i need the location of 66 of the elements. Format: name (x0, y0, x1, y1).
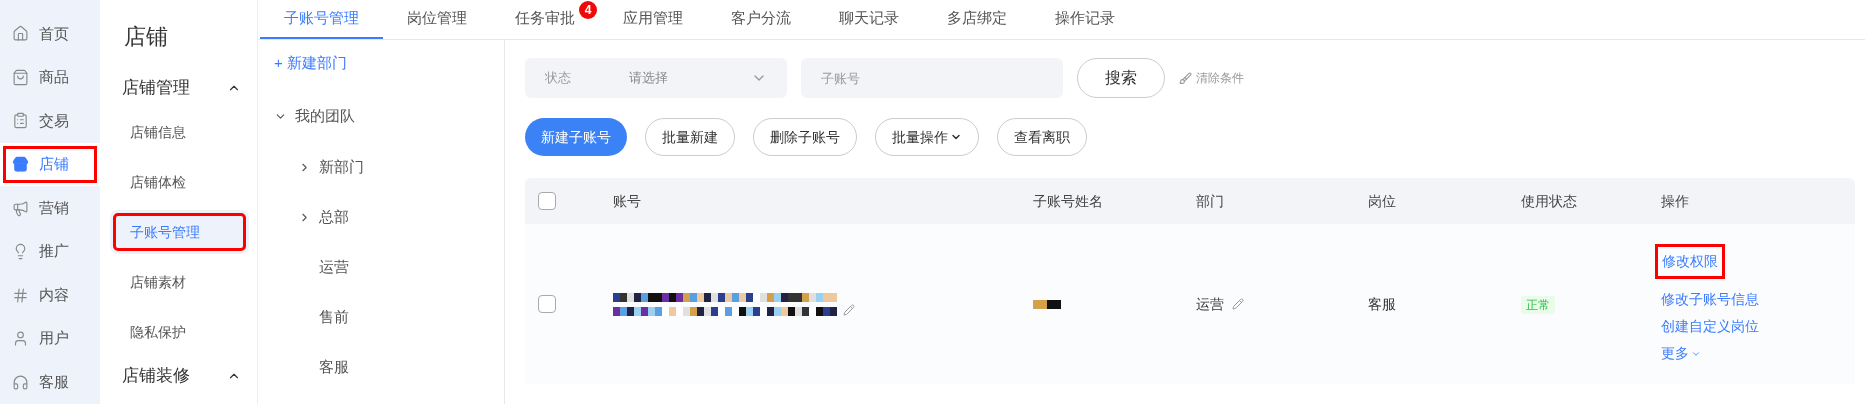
column-header: 岗位 (1368, 191, 1397, 211)
redacted-name-drawing (1033, 299, 1061, 309)
tree-node[interactable]: 我的团队 (274, 90, 504, 142)
tree-node[interactable]: 运营 (274, 242, 504, 292)
nav-item[interactable]: 营销 (0, 186, 100, 230)
column-header: 账号 (613, 191, 642, 211)
tab[interactable]: 岗位管理 (383, 0, 491, 39)
tab[interactable]: 客户分流 (707, 0, 815, 39)
column-header: 使用状态 (1521, 191, 1578, 211)
hash-icon (12, 286, 29, 304)
action-button[interactable]: 查看离职 (997, 118, 1087, 156)
row-checkbox[interactable] (538, 295, 556, 313)
tab[interactable]: 聊天记录 (815, 0, 923, 39)
nav-item[interactable]: 客服 (0, 360, 100, 404)
operation-link[interactable]: 创建自定义岗位 (1661, 316, 1759, 337)
tab[interactable]: 操作记录 (1031, 0, 1139, 39)
nav-item[interactable]: 商品 (0, 55, 100, 100)
headset-icon (12, 373, 29, 391)
clipboard-icon (12, 112, 29, 130)
department-text: 运营 (1196, 294, 1224, 314)
sub-nav-item[interactable]: 店铺素材 (110, 260, 249, 304)
status-tag: 正常 (1521, 295, 1555, 314)
nav-item[interactable]: 首页 (0, 12, 100, 56)
nav-item[interactable]: 推广 (0, 229, 100, 274)
column-header: 子账号姓名 (1033, 191, 1104, 211)
tab[interactable]: 多店绑定 (923, 0, 1031, 39)
nav-item[interactable]: 内容 (0, 273, 100, 317)
operation-link[interactable]: 修改权限 (1662, 251, 1718, 272)
group-header[interactable]: 店铺装修 (110, 357, 249, 395)
nav-item[interactable]: 店铺 (0, 142, 100, 187)
tab[interactable]: 子账号管理 (260, 0, 383, 39)
edit-icon (1232, 298, 1244, 310)
count-badge: 4 (579, 1, 597, 19)
nav-item[interactable]: 交易 (0, 99, 100, 143)
column-header: 部门 (1196, 191, 1225, 211)
tab[interactable]: 应用管理 (599, 0, 707, 39)
house-icon (12, 25, 29, 43)
position-text: 客服 (1368, 295, 1396, 312)
sub-nav-item[interactable]: 店铺信息 (110, 110, 249, 154)
tree-node[interactable]: 总部 (274, 192, 504, 242)
account-field[interactable]: 子账号 (801, 58, 1063, 98)
new-department-link[interactable]: + 新建部门 (274, 40, 504, 90)
store-icon (12, 155, 29, 173)
section-title: 店铺 (123, 23, 169, 51)
user-icon (12, 330, 29, 348)
action-button[interactable]: 删除子账号 (753, 118, 857, 156)
nav-item[interactable]: 用户 (0, 316, 100, 361)
tab[interactable]: 任务审批 4 (491, 0, 599, 39)
column-header: 操作 (1661, 191, 1690, 211)
megaphone-icon (12, 199, 29, 217)
action-button[interactable]: 批量新建 (645, 118, 735, 156)
tree-node[interactable]: 售前 (274, 292, 504, 342)
bag-icon (12, 68, 29, 86)
search-button[interactable]: 搜索 (1077, 58, 1165, 98)
operation-link[interactable]: 修改子账号信息 (1661, 289, 1759, 310)
tree-node[interactable]: 新部门 (274, 142, 504, 192)
sub-nav-item[interactable]: 隐私保护 (110, 310, 249, 354)
edit-icon (843, 303, 855, 316)
group-header[interactable]: 店铺管理 (110, 69, 249, 107)
action-button[interactable]: 批量操作 (875, 118, 979, 156)
sub-nav-item[interactable]: 店铺体检 (110, 160, 249, 204)
tree-node[interactable]: 客服 (274, 342, 504, 392)
brush-icon (1179, 71, 1192, 85)
select-all-checkbox[interactable] (538, 192, 556, 210)
operation-link[interactable]: 更多 (1661, 343, 1701, 364)
action-button[interactable]: 新建子账号 (525, 118, 627, 156)
